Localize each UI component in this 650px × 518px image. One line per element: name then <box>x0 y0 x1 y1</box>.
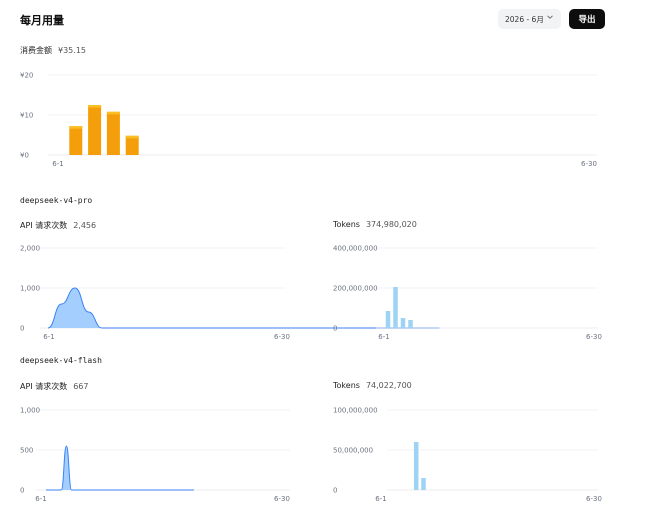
model-name-flash: deepseek-v4-flash <box>20 356 102 365</box>
y-tick-label: ¥10 <box>20 112 33 120</box>
pro-requests-label-text: API 请求次数 <box>20 221 68 230</box>
bar-cap <box>88 105 102 108</box>
bar <box>125 135 139 155</box>
bar <box>400 318 406 328</box>
flash-tokens-chart: 0 50,000,000 100,000,000 6-1 6-30 <box>333 407 602 504</box>
x-tick-label: 6-30 <box>586 495 602 503</box>
y-tick-label: 1,000 <box>20 285 40 293</box>
y-tick-label: ¥20 <box>20 72 33 80</box>
x-tick-label: 6-1 <box>35 495 46 503</box>
pro-tokens-label-text: Tokens <box>333 220 360 229</box>
x-tick-label: 6-30 <box>274 333 290 341</box>
chevron-down-icon <box>547 15 553 19</box>
y-tick-label: 0 <box>20 487 24 495</box>
pro-requests-total: 2,456 <box>73 221 97 230</box>
flash-requests-total: 667 <box>73 382 89 391</box>
x-tick-label: 6-1 <box>43 333 54 341</box>
export-button[interactable]: 导出 <box>569 9 605 29</box>
x-tick-label: 6-30 <box>581 160 597 168</box>
y-tick-label: 1,000 <box>20 407 40 415</box>
flash-tokens-total: 74,022,700 <box>365 381 412 390</box>
pro-tokens-chart: 0 200,000,000 400,000,000 6-1 6-30 <box>333 245 602 342</box>
bar <box>413 442 419 490</box>
flash-requests-label-text: API 请求次数 <box>20 382 68 391</box>
pro-tokens-label: Tokens 374,980,020 <box>333 220 417 229</box>
spend-total: ¥35.15 <box>58 46 86 55</box>
y-tick-label: 2,000 <box>20 245 40 253</box>
spend-label: 消费金额 ¥35.15 <box>20 45 86 56</box>
bar <box>106 111 120 155</box>
period-select-value: 2026 - 6月 <box>505 14 544 24</box>
y-tick-label: 500 <box>20 447 33 455</box>
spend-label-text: 消费金额 <box>20 46 52 55</box>
model-name-pro: deepseek-v4-pro <box>20 196 93 205</box>
pro-tokens-total: 374,980,020 <box>365 220 417 229</box>
y-tick-label: 400,000,000 <box>333 245 378 253</box>
x-tick-label: 6-1 <box>378 333 389 341</box>
spend-chart: ¥0 ¥10 ¥20 6-1 6-30 <box>20 72 597 168</box>
flash-requests-label: API 请求次数 667 <box>20 381 88 392</box>
page-title: 每月用量 <box>20 14 64 27</box>
bar <box>421 478 426 490</box>
y-tick-label: 200,000,000 <box>333 285 378 293</box>
x-tick-label: 6-30 <box>274 495 290 503</box>
y-tick-label: 0 <box>333 325 337 333</box>
y-tick-label: 100,000,000 <box>333 407 378 415</box>
bar-cap <box>106 111 120 115</box>
bar-cap <box>125 135 139 139</box>
bar <box>393 287 398 328</box>
bar-cap <box>69 126 83 129</box>
y-tick-label: ¥0 <box>20 152 29 160</box>
y-tick-label: 0 <box>333 487 337 495</box>
bar <box>408 320 413 328</box>
pro-requests-label: API 请求次数 2,456 <box>20 220 96 231</box>
y-tick-label: 50,000,000 <box>333 447 373 455</box>
period-select[interactable]: 2026 - 6月 <box>498 9 561 29</box>
bar <box>69 126 83 155</box>
x-tick-label: 6-1 <box>375 495 386 503</box>
flash-tokens-label-text: Tokens <box>333 381 360 390</box>
flash-tokens-label: Tokens 74,022,700 <box>333 381 412 390</box>
y-tick-label: 0 <box>20 325 24 333</box>
flash-requests-chart: 0 500 1,000 6-1 6-30 <box>20 407 290 503</box>
bar <box>385 311 391 328</box>
x-tick-label: 6-30 <box>586 333 602 341</box>
pro-requests-chart: 0 1,000 2,000 6-1 6-30 <box>20 245 440 341</box>
x-tick-label: 6-1 <box>52 160 63 168</box>
bar <box>88 105 102 155</box>
